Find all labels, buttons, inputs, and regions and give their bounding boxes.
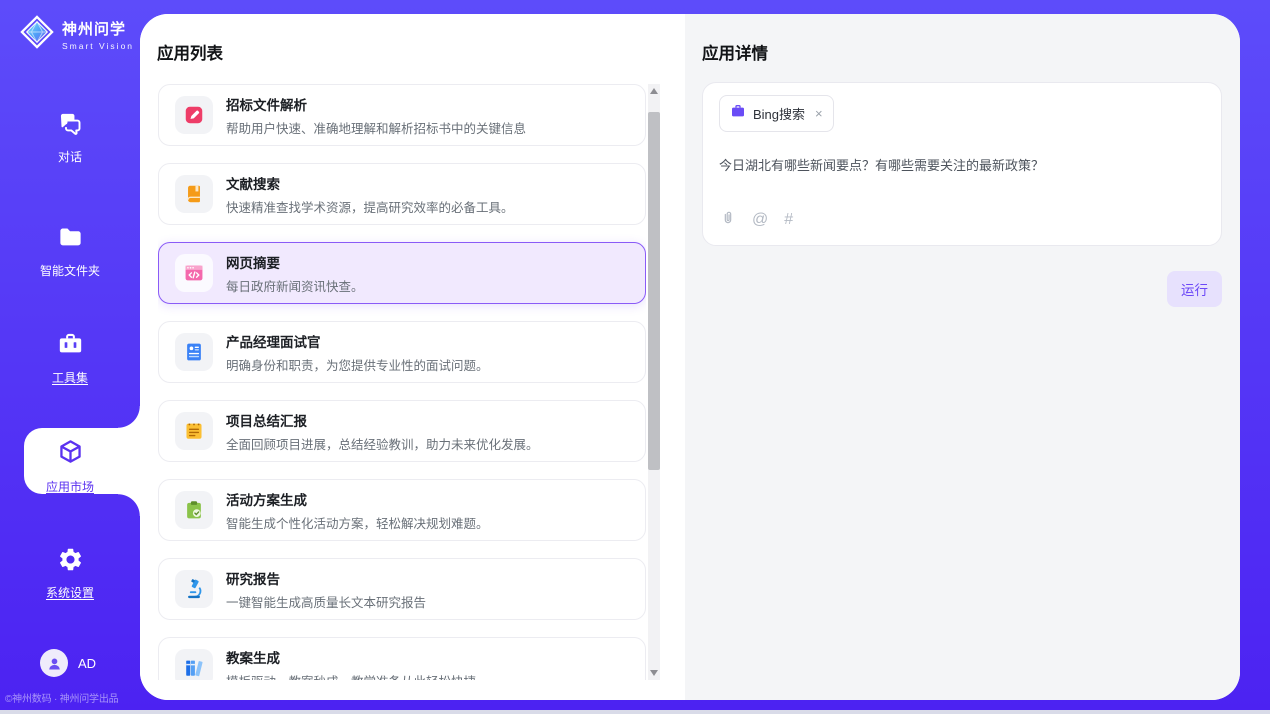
triangle-down-icon bbox=[650, 670, 658, 676]
app-card-项目总结汇报[interactable]: 项目总结汇报 全面回顾项目进展，总结经验教训，助力未来优化发展。 bbox=[158, 400, 646, 462]
sidebar-item-label: 应用市场 bbox=[46, 478, 94, 495]
brand-diamond-icon bbox=[20, 15, 54, 54]
triangle-up-icon bbox=[650, 88, 658, 94]
toolbox-icon bbox=[57, 331, 84, 363]
book-icon bbox=[175, 175, 213, 213]
question-text[interactable]: 今日湖北有哪些新闻要点？有哪些需要关注的最新政策？ bbox=[719, 155, 1205, 174]
app-card-title: 教案生成 bbox=[226, 647, 476, 667]
app-card-title: 招标文件解析 bbox=[226, 94, 526, 114]
books-icon bbox=[175, 649, 213, 680]
app-card-研究报告[interactable]: 研究报告 一键智能生成高质量长文本研究报告 bbox=[158, 558, 646, 620]
app-card-活动方案生成[interactable]: 活动方案生成 智能生成个性化活动方案，轻松解决规划难题。 bbox=[158, 479, 646, 541]
input-toolbar: @ # bbox=[720, 208, 793, 232]
app-list-pane: 应用列表 招标文件解析 帮助用户快速、准确地理解和解析招标书中的关键信息 文献搜… bbox=[140, 14, 685, 700]
app-card-description: 一键智能生成高质量长文本研究报告 bbox=[226, 592, 426, 611]
app-card-description: 智能生成个性化活动方案，轻松解决规划难题。 bbox=[226, 513, 489, 532]
tool-chip-bing-search[interactable]: Bing搜索 × bbox=[719, 95, 834, 132]
pen-edit-icon bbox=[175, 96, 213, 134]
app-card-description: 全面回顾项目进展，总结经验教训，助力未来优化发展。 bbox=[226, 434, 539, 453]
app-list-title: 应用列表 bbox=[157, 40, 223, 64]
user-initials: AD bbox=[78, 656, 96, 671]
app-window: 神州问学 Smart Vision 对话 智能文件夹 bbox=[0, 0, 1270, 714]
close-icon[interactable]: × bbox=[815, 107, 823, 120]
sidebar-item-label: 对话 bbox=[58, 148, 82, 165]
user-account[interactable]: AD bbox=[40, 649, 96, 677]
clipboard-icon bbox=[175, 491, 213, 529]
folder-icon bbox=[57, 224, 84, 256]
app-detail-pane: 应用详情 Bing搜索 × 今日湖北有哪些新闻要点？有哪些需要关注的最新政策？ bbox=[685, 14, 1240, 700]
app-list: 招标文件解析 帮助用户快速、准确地理解和解析招标书中的关键信息 文献搜索 快速精… bbox=[158, 84, 646, 680]
app-card-招标文件解析[interactable]: 招标文件解析 帮助用户快速、准确地理解和解析招标书中的关键信息 bbox=[158, 84, 646, 146]
copyright-text: ©神州数码 · 神州问学出品 bbox=[0, 690, 140, 705]
app-card-文献搜索[interactable]: 文献搜索 快速精准查找学术资源，提高研究效率的必备工具。 bbox=[158, 163, 646, 225]
app-detail-card: Bing搜索 × 今日湖北有哪些新闻要点？有哪些需要关注的最新政策？ @ # bbox=[702, 82, 1222, 246]
sidebar-item-app-market[interactable]: 应用市场 bbox=[0, 438, 140, 495]
sidebar: 神州问学 Smart Vision 对话 智能文件夹 bbox=[0, 0, 140, 714]
paperclip-icon[interactable] bbox=[720, 208, 736, 232]
briefcase-icon bbox=[730, 103, 746, 124]
app-card-description: 每日政府新闻资讯快查。 bbox=[226, 276, 364, 295]
hash-icon[interactable]: # bbox=[784, 211, 793, 229]
cube-icon bbox=[56, 438, 85, 472]
brand-logo: 神州问学 Smart Vision bbox=[20, 15, 134, 54]
at-icon[interactable]: @ bbox=[752, 211, 768, 229]
app-card-title: 网页摘要 bbox=[226, 252, 364, 272]
microscope-icon bbox=[175, 570, 213, 608]
bottom-edge-strip bbox=[0, 710, 1270, 714]
brand-subtitle: Smart Vision bbox=[62, 41, 134, 51]
resume-icon bbox=[175, 333, 213, 371]
memo-icon bbox=[175, 412, 213, 450]
scrollbar-thumb[interactable] bbox=[648, 112, 660, 470]
tool-chip-label: Bing搜索 bbox=[753, 104, 805, 123]
app-list-scrollbar[interactable] bbox=[648, 84, 660, 680]
app-detail-title: 应用详情 bbox=[702, 40, 768, 64]
app-card-title: 活动方案生成 bbox=[226, 489, 489, 509]
sidebar-item-label: 智能文件夹 bbox=[40, 262, 100, 279]
app-card-网页摘要[interactable]: 网页摘要 每日政府新闻资讯快查。 bbox=[158, 242, 646, 304]
app-card-description: 快速精准查找学术资源，提高研究效率的必备工具。 bbox=[226, 197, 514, 216]
sidebar-item-smart-folder[interactable]: 智能文件夹 bbox=[0, 224, 140, 279]
app-card-title: 产品经理面试官 bbox=[226, 331, 489, 351]
sidebar-item-label: 工具集 bbox=[52, 369, 88, 386]
brand-name: 神州问学 bbox=[62, 18, 134, 39]
chat-icon bbox=[57, 110, 84, 142]
app-card-description: 模板驱动，教案秒成，教学准备从此轻松快捷 bbox=[226, 671, 476, 681]
web-code-icon bbox=[175, 254, 213, 292]
avatar bbox=[40, 649, 68, 677]
scroll-up-button[interactable] bbox=[648, 84, 660, 98]
sidebar-item-label: 系统设置 bbox=[46, 584, 94, 601]
scroll-down-button[interactable] bbox=[648, 666, 660, 680]
main-panel: 应用列表 招标文件解析 帮助用户快速、准确地理解和解析招标书中的关键信息 文献搜… bbox=[140, 14, 1240, 700]
app-card-description: 帮助用户快速、准确地理解和解析招标书中的关键信息 bbox=[226, 118, 526, 137]
app-card-教案生成[interactable]: 教案生成 模板驱动，教案秒成，教学准备从此轻松快捷 bbox=[158, 637, 646, 680]
app-card-description: 明确身份和职责，为您提供专业性的面试问题。 bbox=[226, 355, 489, 374]
app-card-title: 研究报告 bbox=[226, 568, 426, 588]
sidebar-item-toolset[interactable]: 工具集 bbox=[0, 331, 140, 386]
app-card-产品经理面试官[interactable]: 产品经理面试官 明确身份和职责，为您提供专业性的面试问题。 bbox=[158, 321, 646, 383]
app-card-title: 项目总结汇报 bbox=[226, 410, 539, 430]
app-card-title: 文献搜索 bbox=[226, 173, 514, 193]
sidebar-item-chat[interactable]: 对话 bbox=[0, 110, 140, 165]
gear-icon bbox=[57, 546, 84, 578]
run-button[interactable]: 运行 bbox=[1167, 271, 1222, 307]
sidebar-item-settings[interactable]: 系统设置 bbox=[0, 546, 140, 601]
